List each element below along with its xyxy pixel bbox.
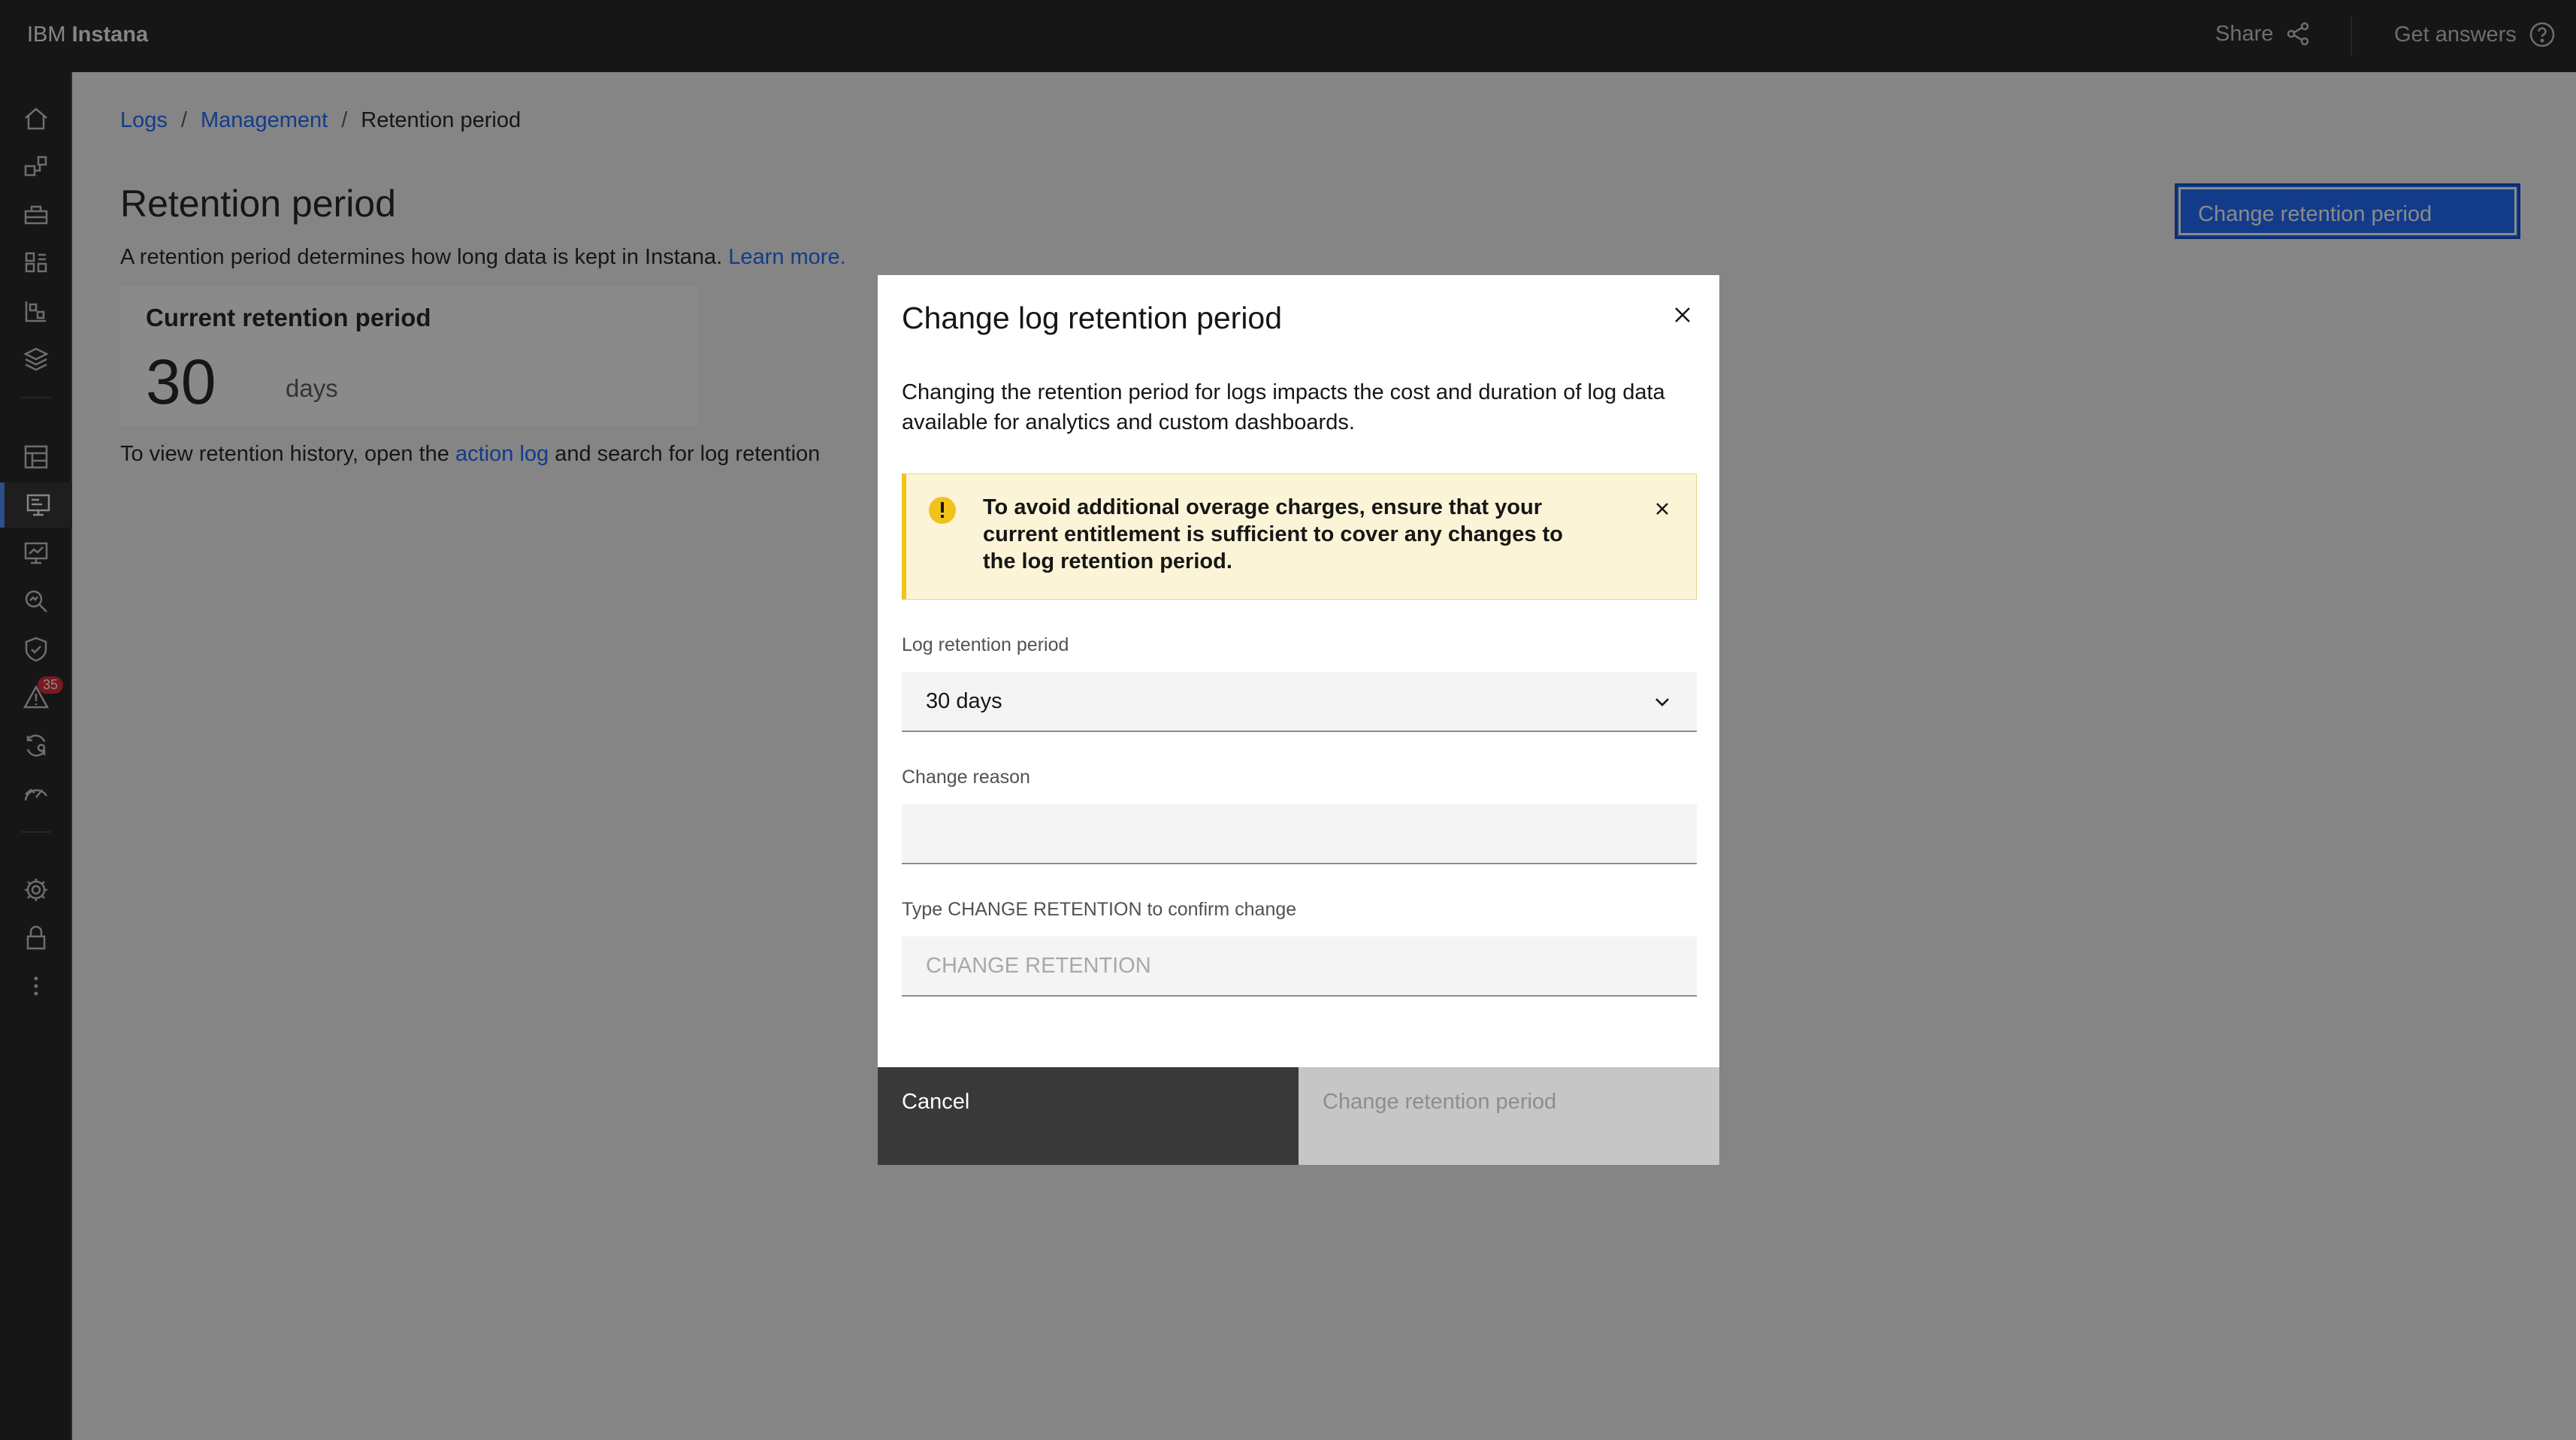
- change-reason-label: Change reason: [902, 767, 1030, 788]
- modal-title: Change log retention period: [902, 301, 1283, 335]
- change-retention-modal: Change log retention period Changing the…: [878, 275, 1719, 1165]
- cancel-button[interactable]: Cancel: [878, 1067, 1299, 1165]
- retention-period-label: Log retention period: [902, 634, 1069, 655]
- retention-period-value: 30 days: [926, 688, 1002, 713]
- close-icon[interactable]: [1646, 492, 1679, 525]
- confirm-change-label: Type CHANGE RETENTION to confirm change: [902, 899, 1297, 920]
- confirm-change-input[interactable]: [902, 936, 1697, 997]
- submit-change-button[interactable]: Change retention period: [1299, 1067, 1719, 1165]
- retention-period-select[interactable]: 30 days: [902, 672, 1697, 732]
- change-reason-input[interactable]: [902, 804, 1697, 864]
- warning-icon: [927, 495, 957, 529]
- warning-notification: To avoid additional overage charges, ens…: [902, 473, 1697, 600]
- chevron-down-icon: [1655, 698, 1669, 706]
- close-icon[interactable]: [1664, 296, 1701, 334]
- modal-description: Changing the retention period for logs i…: [902, 380, 1665, 434]
- warning-text: To avoid additional overage charges, ens…: [983, 495, 1563, 573]
